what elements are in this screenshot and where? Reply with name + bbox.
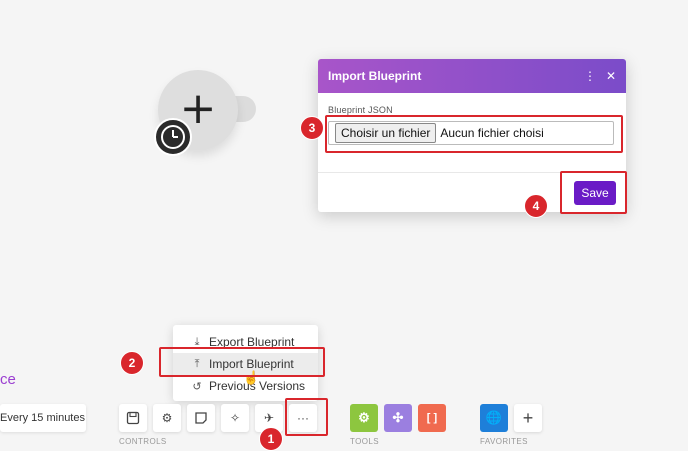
floppy-icon <box>126 411 140 425</box>
save-scenario-button[interactable] <box>119 404 147 432</box>
favorites-label: FAVORITES <box>480 437 528 446</box>
annotation-badge-1: 1 <box>259 427 283 451</box>
note-icon <box>195 412 207 424</box>
globe-icon: 🌐 <box>485 410 503 425</box>
modal-title: Import Blueprint <box>328 69 422 83</box>
annotation-badge-3: 3 <box>300 116 324 140</box>
tool-router-button[interactable]: ✣ <box>384 404 412 432</box>
clock-icon[interactable] <box>154 118 192 156</box>
scenario-module-node[interactable]: + <box>154 70 258 170</box>
more-vertical-icon[interactable]: ⋮ <box>584 69 596 83</box>
annotation-box-1 <box>285 398 328 436</box>
annotation-box-3 <box>325 115 623 153</box>
gear-icon: ⚙ <box>358 410 370 425</box>
modal-header: Import Blueprint ⋮ ✕ <box>318 59 626 93</box>
gear-icon: ⚙ <box>161 411 173 425</box>
settings-button[interactable]: ⚙ <box>153 404 181 432</box>
tool-settings-button[interactable]: ⚙ <box>350 404 378 432</box>
blueprint-json-label: Blueprint JSON <box>328 105 393 115</box>
magic-wand-icon: ✧ <box>229 411 241 425</box>
tool-json-button[interactable]: [ ] <box>418 404 446 432</box>
controls-label: CONTROLS <box>119 437 167 446</box>
annotation-box-4 <box>560 171 627 214</box>
auto-align-button[interactable]: ✧ <box>221 404 249 432</box>
scenario-title-partial: ce <box>0 371 16 388</box>
router-icon: ✣ <box>392 410 404 425</box>
annotation-badge-4: 4 <box>524 194 548 218</box>
notes-button[interactable] <box>187 404 215 432</box>
annotation-badge-2: 2 <box>120 351 144 375</box>
tools-label: TOOLS <box>350 437 379 446</box>
close-icon[interactable]: ✕ <box>606 69 616 83</box>
schedule-text[interactable]: Every 15 minutes. <box>0 404 86 432</box>
annotation-box-2 <box>159 347 325 377</box>
airplane-icon: ✈ <box>263 411 275 425</box>
brackets-icon: [ ] <box>426 412 438 424</box>
history-icon: ↺ <box>192 380 202 393</box>
favorite-http-button[interactable]: 🌐 <box>480 404 508 432</box>
add-favorite-button[interactable]: + <box>514 404 542 432</box>
